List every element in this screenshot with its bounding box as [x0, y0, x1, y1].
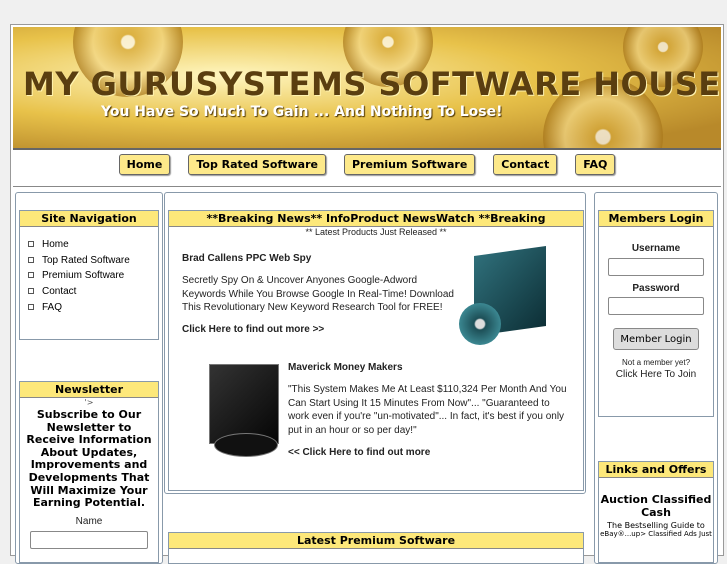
newsletter-title: Newsletter: [20, 382, 158, 398]
news-title: **Breaking News** InfoProduct NewsWatch …: [169, 211, 583, 227]
product-link[interactable]: << Click Here to find out more: [288, 446, 430, 460]
cd-image: [214, 433, 278, 457]
nav-contact[interactable]: Contact: [493, 154, 558, 175]
maverick-image[interactable]: [209, 364, 279, 444]
product-name: Maverick Money Makers: [288, 362, 403, 373]
header-banner: MY GURUSYSTEMS SOFTWARE HOUSE You Have S…: [13, 27, 721, 150]
nav-premium[interactable]: Premium Software: [343, 154, 476, 175]
page: MY GURUSYSTEMS SOFTWARE HOUSE You Have S…: [10, 24, 724, 564]
offer-text: The Bestselling Guide to: [607, 521, 705, 530]
nav-top-rated[interactable]: Top Rated Software: [188, 154, 326, 175]
nav-home[interactable]: Home: [118, 154, 171, 175]
product-desc: "This System Makes Me At Least $110,324 …: [288, 384, 567, 436]
product-desc: Secretly Spy On & Uncover Anyones Google…: [182, 275, 454, 313]
premium-box: Latest Premium Software: [168, 532, 584, 564]
password-input[interactable]: [608, 297, 704, 315]
not-member-text: Not a member yet?: [621, 358, 691, 367]
tagline: You Have So Much To Gain ... And Nothing…: [101, 104, 503, 120]
members-login: Members Login Username Password Member L…: [598, 210, 714, 417]
offer-text-2: eBay®...up> Classified Ads Just: [600, 530, 712, 538]
right-column: Members Login Username Password Member L…: [594, 192, 718, 564]
product-link[interactable]: Click Here to find out more >>: [182, 323, 324, 337]
news-box: **Breaking News** InfoProduct NewsWatch …: [168, 210, 584, 491]
product-name: Brad Callens PPC Web Spy: [182, 253, 312, 264]
username-input[interactable]: [608, 257, 704, 276]
username-label: Username: [631, 243, 681, 254]
site-nav-title: Site Navigation: [20, 211, 158, 227]
offer-heading[interactable]: Auction Classified Cash: [599, 493, 713, 519]
left-column: Site Navigation Home Top Rated Software …: [15, 192, 163, 564]
premium-title: Latest Premium Software: [169, 533, 583, 549]
links-offers: Links and Offers Auction Classified Cash…: [598, 461, 714, 563]
password-label: Password: [632, 282, 680, 294]
name-label: Name: [75, 515, 103, 527]
news-subtitle: ** Latest Products Just Released **: [305, 227, 447, 237]
links-title: Links and Offers: [599, 462, 713, 478]
name-input[interactable]: [30, 531, 148, 550]
newsletter: Newsletter '> Subscribe to Our Newslette…: [19, 381, 159, 563]
newsletter-text: Subscribe to Our Newsletter to Receive I…: [26, 408, 152, 510]
top-nav: Home Top Rated Software Premium Software Co…: [13, 150, 721, 187]
site-navigation: Site Navigation Home Top Rated Software …: [19, 210, 159, 340]
sidenav-contact[interactable]: Contact: [28, 286, 158, 302]
center-column: **Breaking News** InfoProduct NewsWatch …: [164, 192, 586, 494]
cd-image: [459, 303, 501, 345]
join-link[interactable]: Click Here To Join: [599, 368, 713, 382]
sidenav-home[interactable]: Home: [28, 239, 158, 255]
nav-faq[interactable]: FAQ: [575, 154, 616, 175]
sidenav-top-rated[interactable]: Top Rated Software: [28, 255, 158, 271]
login-title: Members Login: [599, 211, 713, 227]
stray-text: '>: [84, 398, 94, 407]
member-login-button[interactable]: Member Login: [613, 328, 699, 350]
site-title: MY GURUSYSTEMS SOFTWARE HOUSE: [23, 65, 721, 103]
sidenav-premium[interactable]: Premium Software: [28, 270, 158, 286]
sidenav-faq[interactable]: FAQ: [28, 302, 158, 318]
